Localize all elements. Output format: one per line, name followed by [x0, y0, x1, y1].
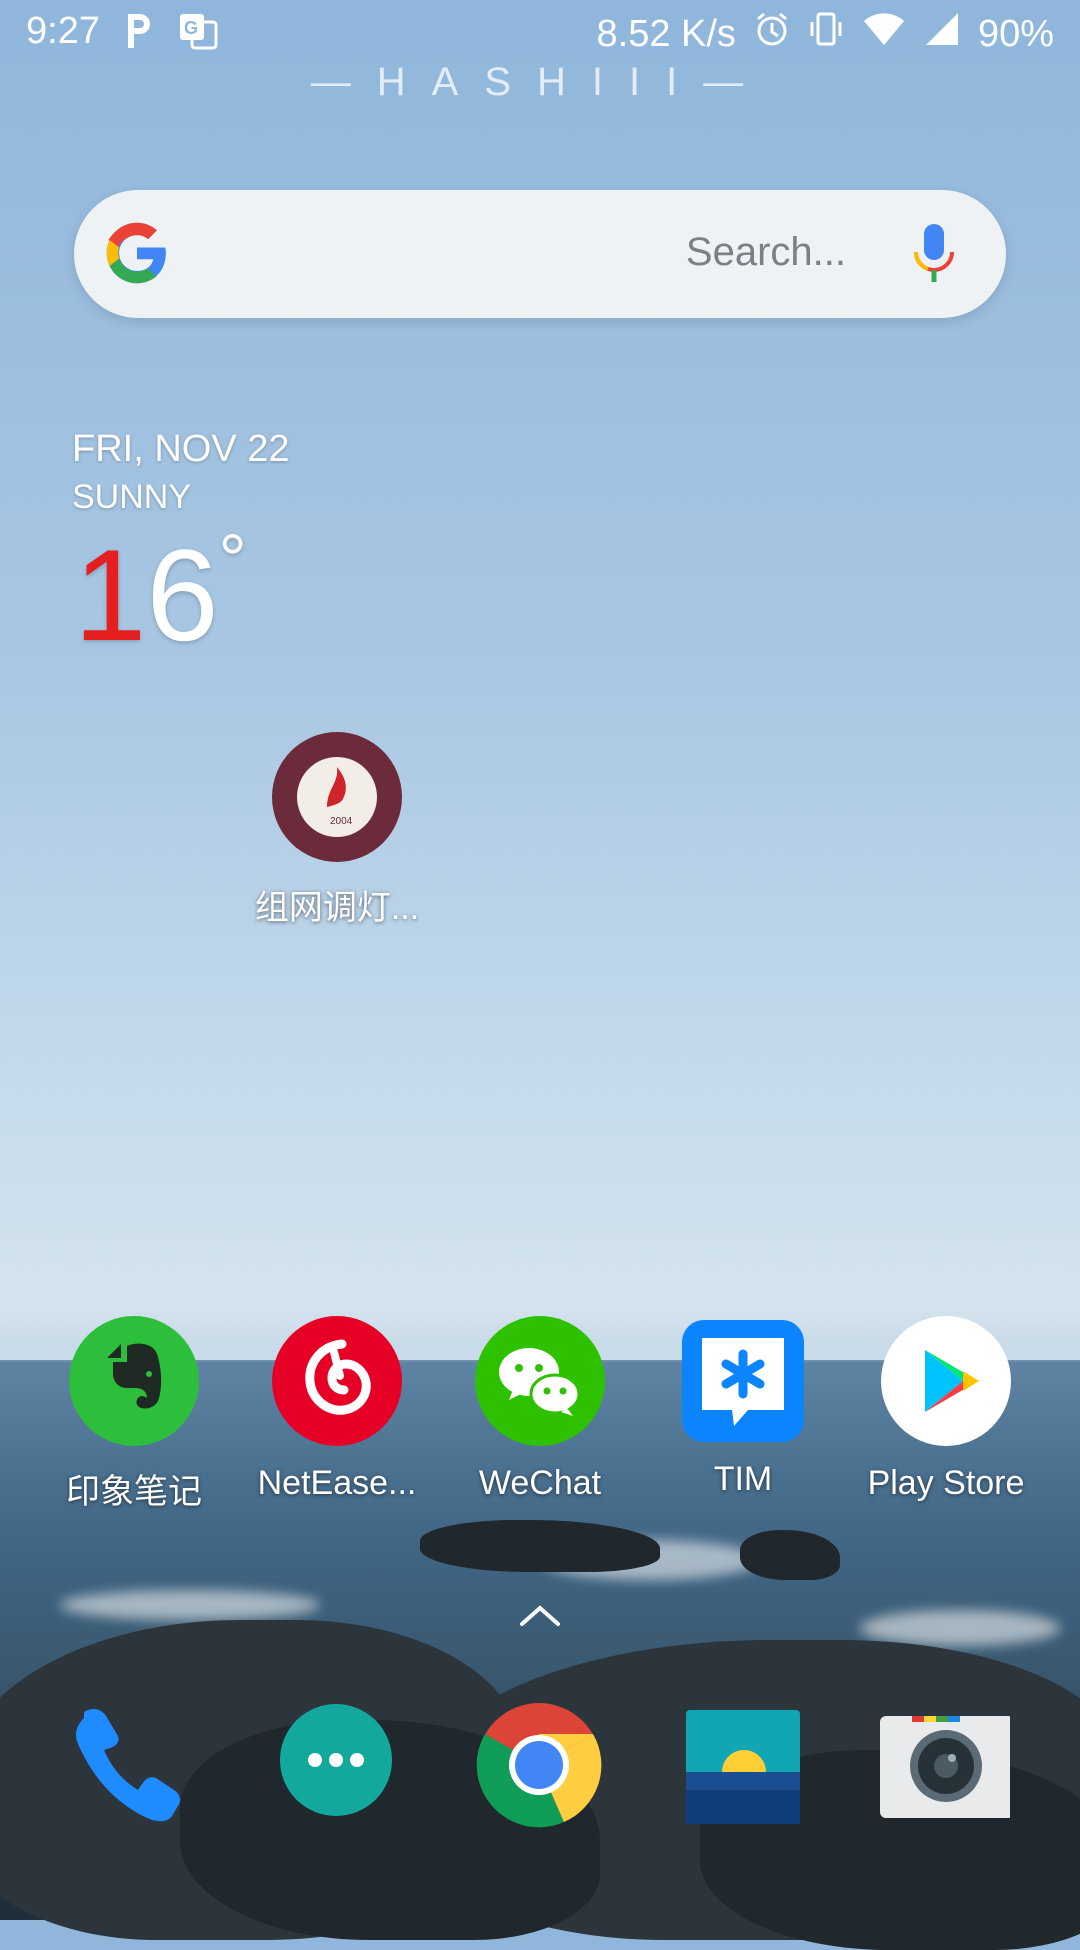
- temp-digit-1: 1: [74, 522, 147, 668]
- signal-icon: [924, 11, 960, 57]
- dock-chrome[interactable]: [474, 1700, 604, 1830]
- phone-icon: [76, 1709, 181, 1822]
- status-bar: 9:27 G 8.52 K/s 90%: [0, 0, 1080, 64]
- school-seal-icon[interactable]: 2004: [272, 732, 402, 862]
- app-label: 印象笔记: [66, 1473, 202, 1511]
- weather-temperature[interactable]: 16°: [74, 524, 247, 660]
- app-evernote[interactable]: 印象笔记: [34, 1316, 234, 1513]
- dock-gallery[interactable]: [680, 1700, 810, 1830]
- desktop-app-label: 组网调灯...: [254, 889, 420, 927]
- app-drawer-chevron-icon[interactable]: [518, 1602, 562, 1628]
- google-search-bar[interactable]: Search...: [74, 190, 1006, 318]
- wechat-icon: [475, 1316, 605, 1446]
- gallery-icon: [686, 1710, 800, 1824]
- translate-icon: G: [178, 12, 218, 60]
- tim-icon: [682, 1320, 804, 1442]
- app-wechat[interactable]: WeChat: [440, 1316, 640, 1503]
- netease-music-icon: [272, 1316, 402, 1446]
- p-icon: [124, 12, 154, 60]
- chrome-icon: [476, 1703, 602, 1828]
- network-speed: 8.52 K/s: [596, 12, 736, 55]
- vibrate-icon: [808, 10, 844, 58]
- wave-foam: [60, 1590, 320, 1620]
- temp-digit-2: 6: [146, 522, 219, 668]
- app-label: WeChat: [478, 1464, 602, 1502]
- degree-symbol: °: [218, 520, 247, 598]
- app-play-store[interactable]: Play Store: [846, 1316, 1046, 1503]
- desktop-app-shortcut[interactable]: 2004 组网调灯...: [237, 732, 437, 929]
- evernote-icon: [69, 1316, 199, 1446]
- app-netease-music[interactable]: NetEase...: [237, 1316, 437, 1503]
- search-placeholder[interactable]: Search...: [686, 230, 846, 275]
- mic-icon[interactable]: [910, 222, 958, 286]
- status-right: 8.52 K/s 90%: [597, 10, 1054, 58]
- app-tim[interactable]: TIM: [643, 1316, 843, 1499]
- messages-icon: [280, 1704, 392, 1816]
- wave-foam: [860, 1610, 1060, 1646]
- battery-level: 90%: [977, 12, 1054, 55]
- weather-date[interactable]: FRI, NOV 22: [72, 428, 290, 471]
- app-label: TIM: [713, 1460, 773, 1498]
- alarm-icon: [754, 11, 790, 57]
- wifi-icon: [862, 11, 906, 57]
- camera-icon: [880, 1716, 1014, 1818]
- dock-messages[interactable]: [271, 1700, 401, 1830]
- google-logo-icon[interactable]: [104, 220, 170, 286]
- svg-text:G: G: [184, 18, 198, 38]
- app-label: NetEase...: [257, 1464, 417, 1502]
- dock-camera[interactable]: [880, 1700, 1014, 1830]
- svg-text:2004: 2004: [330, 816, 353, 827]
- dock-phone[interactable]: [66, 1700, 196, 1830]
- wallpaper-brand-text: —HASHIII—: [310, 60, 770, 104]
- weather-condition[interactable]: SUNNY: [72, 478, 191, 517]
- play-store-icon: [881, 1316, 1011, 1446]
- status-time: 9:27: [26, 10, 100, 52]
- app-label: Play Store: [867, 1464, 1025, 1502]
